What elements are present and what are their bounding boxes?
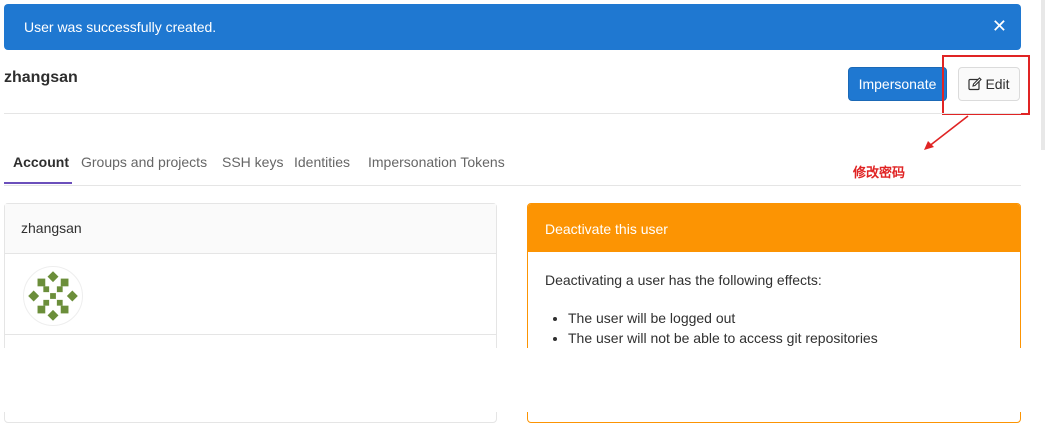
list-item: The user will be logged out: [568, 310, 1003, 326]
avatar-row: [5, 254, 496, 335]
deactivate-panel-title: Deactivate this user: [528, 204, 1020, 252]
avatar: [23, 266, 83, 326]
tab-impersonation-tokens[interactable]: Impersonation Tokens: [368, 154, 505, 170]
profile-panel-title: zhangsan: [5, 204, 496, 254]
blank-area: [0, 348, 1045, 412]
deactivate-intro: Deactivating a user has the following ef…: [545, 272, 822, 288]
active-tab-indicator: [4, 182, 72, 184]
flash-message: User was successfully created.: [24, 19, 217, 35]
flash-notice: User was successfully created. ✕: [4, 4, 1021, 50]
tab-ssh-keys[interactable]: SSH keys: [222, 154, 283, 170]
effects-list: The user will be logged out The user wil…: [545, 310, 1003, 346]
list-item: The user will not be able to access git …: [568, 330, 1003, 346]
page-title: zhangsan: [4, 69, 78, 86]
tab-groups-and-projects[interactable]: Groups and projects: [81, 154, 207, 170]
tab-identities[interactable]: Identities: [294, 154, 350, 170]
deactivate-panel-body: Deactivating a user has the following ef…: [528, 252, 1020, 346]
close-icon[interactable]: ✕: [992, 16, 1007, 36]
user-tabs: Account Groups and projects SSH keys Ide…: [4, 142, 1021, 186]
scrollbar[interactable]: [1041, 0, 1045, 150]
tab-account[interactable]: Account: [13, 154, 69, 170]
identicon-icon: [28, 271, 78, 321]
header-divider: [4, 113, 1021, 114]
impersonate-button[interactable]: Impersonate: [848, 67, 947, 101]
